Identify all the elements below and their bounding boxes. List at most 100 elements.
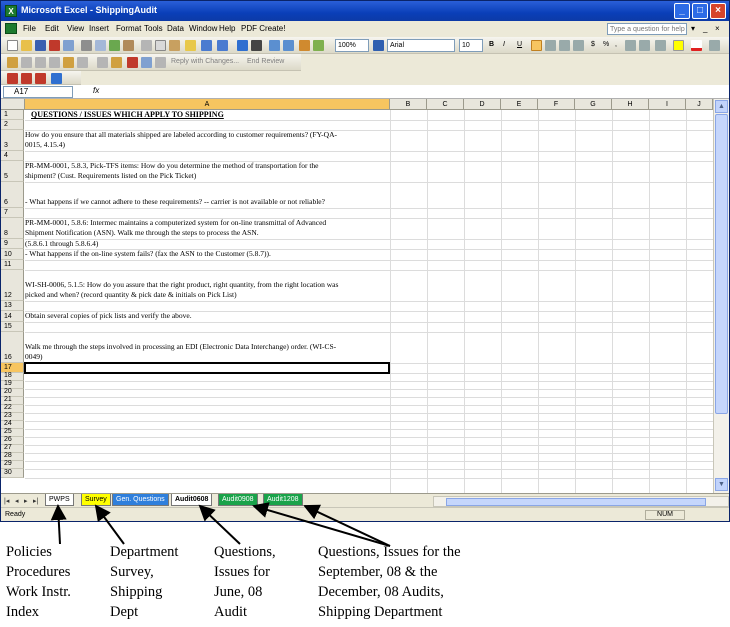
pdf-icon-2[interactable] [21, 73, 32, 84]
sort-ascending-icon[interactable] [269, 40, 280, 51]
first-sheet-button[interactable]: |◂ [4, 497, 9, 505]
row-header[interactable]: 11 [1, 260, 24, 270]
review-icon-8[interactable] [111, 57, 122, 68]
help-dropdown-icon[interactable]: ▾ [691, 24, 695, 33]
save-icon[interactable] [35, 40, 46, 51]
col-header-j[interactable]: J [686, 99, 713, 110]
row-header[interactable]: 6 [1, 182, 24, 208]
sheet-tab-audit0908[interactable]: Audit0908 [218, 494, 258, 506]
horizontal-scroll-thumb[interactable] [446, 498, 706, 506]
increase-decimal-icon[interactable] [625, 40, 636, 51]
row-header[interactable]: 14 [1, 311, 24, 322]
zoom-select[interactable]: 100% [335, 39, 369, 52]
sheet-tab-audit0608[interactable]: Audit0608 [171, 494, 213, 506]
row-header[interactable]: 1 [1, 110, 24, 120]
menu-edit[interactable]: Edit [45, 24, 59, 33]
print-icon[interactable] [81, 40, 92, 51]
menu-insert[interactable]: Insert [89, 24, 109, 33]
name-box[interactable]: A17 [3, 86, 73, 98]
format-painter-icon[interactable] [185, 40, 196, 51]
col-header-h[interactable]: H [612, 99, 649, 110]
row-header[interactable]: 29 [1, 460, 24, 469]
col-header-f[interactable]: F [538, 99, 575, 110]
cell-a5-line1[interactable]: PR-MM-0001, 5.8.3, Pick-TFS items: How d… [25, 161, 389, 171]
decrease-decimal-icon[interactable] [639, 40, 650, 51]
currency-button[interactable]: $ [591, 41, 595, 48]
sheet-tab-gen-questions[interactable]: Gen. Questions [112, 494, 169, 506]
toolbar-options-icon[interactable] [709, 40, 720, 51]
row-header[interactable]: 12 [1, 270, 24, 301]
bold-button[interactable]: B [489, 41, 494, 48]
review-icon-4[interactable] [49, 57, 60, 68]
scroll-up-arrow-icon[interactable]: ▲ [715, 100, 728, 113]
col-header-i[interactable]: I [649, 99, 686, 110]
review-icon-9[interactable] [127, 57, 138, 68]
menu-file[interactable]: File [23, 24, 36, 33]
scroll-down-arrow-icon[interactable]: ▼ [715, 478, 728, 491]
print-preview-icon[interactable] [95, 40, 106, 51]
row-header[interactable]: 3 [1, 130, 24, 151]
open-icon[interactable] [21, 40, 32, 51]
cell-a8-line2[interactable]: Shipment Notification (ASN). Walk me thr… [25, 228, 389, 238]
worksheet-grid[interactable]: A B C D E F G H I J 1 2 3 4 5 6 7 8 9 10… [1, 99, 713, 493]
cell-a12-line2[interactable]: picked and when? (record quantity & pick… [25, 290, 389, 300]
cell-a3-line1[interactable]: How do you ensure that all materials shi… [25, 130, 389, 140]
font-color-icon[interactable] [691, 40, 702, 51]
close-button[interactable]: × [710, 3, 726, 19]
select-all-corner[interactable] [1, 99, 25, 110]
review-icon-10[interactable] [141, 57, 152, 68]
permission-icon[interactable] [49, 40, 60, 51]
menu-view[interactable]: View [67, 24, 84, 33]
sheet-tab-pwps[interactable]: PWPS [45, 494, 74, 506]
row-header[interactable]: 13 [1, 301, 24, 311]
comma-button[interactable]: , [615, 41, 617, 48]
help-icon[interactable] [373, 40, 384, 51]
active-cell-a17[interactable] [24, 362, 390, 374]
cell-a14[interactable]: Obtain several copies of pick lists and … [25, 311, 389, 321]
col-header-b[interactable]: B [390, 99, 427, 110]
maximize-button[interactable]: □ [692, 3, 708, 19]
cell-a12-line1[interactable]: WI-SH-0006, 5.1.5: How do you assure tha… [25, 280, 389, 290]
help-search-input[interactable]: Type a question for help [607, 23, 687, 35]
doc-minimize-button[interactable]: _ [703, 24, 707, 33]
row-header[interactable]: 15 [1, 322, 24, 332]
row-header[interactable]: 10 [1, 249, 24, 260]
row-header[interactable]: 4 [1, 151, 24, 161]
col-header-g[interactable]: G [575, 99, 612, 110]
cut-icon[interactable] [141, 40, 152, 51]
menu-pdf-create[interactable]: PDF Create! [241, 24, 285, 33]
cell-a9[interactable]: (5.8.6.1 through 5.8.6.4) [25, 239, 389, 249]
cell-a8-line1[interactable]: PR-MM-0001, 5.8.6: Intermec maintains a … [25, 218, 389, 228]
spelling-icon[interactable] [109, 40, 120, 51]
indent-icon[interactable] [655, 40, 666, 51]
cell-a1[interactable]: QUESTIONS / ISSUES WHICH APPLY TO SHIPPI… [31, 110, 395, 120]
review-icon-7[interactable] [97, 57, 108, 68]
pdf-icon-4[interactable] [51, 73, 62, 84]
prev-sheet-button[interactable]: ◂ [15, 497, 19, 505]
row-header[interactable]: 8 [1, 218, 24, 239]
cell-a6[interactable]: - What happens if we cannot adhere to th… [25, 197, 389, 207]
undo-icon[interactable] [201, 40, 212, 51]
pdf-icon-3[interactable] [35, 73, 46, 84]
last-sheet-button[interactable]: ▸| [33, 497, 38, 505]
review-icon-5[interactable] [63, 57, 74, 68]
review-icon-2[interactable] [21, 57, 32, 68]
align-left-icon[interactable] [531, 40, 542, 51]
sort-descending-icon[interactable] [283, 40, 294, 51]
font-name-select[interactable]: Arial [387, 39, 455, 52]
minimize-button[interactable]: _ [674, 3, 690, 19]
col-header-d[interactable]: D [464, 99, 501, 110]
email-icon[interactable] [63, 40, 74, 51]
pdf-icon-1[interactable] [7, 73, 18, 84]
underline-button[interactable]: U [517, 41, 522, 48]
italic-button[interactable]: I [503, 41, 505, 48]
menu-data[interactable]: Data [167, 24, 184, 33]
workbook-icon[interactable] [5, 23, 17, 34]
menu-window[interactable]: Window [189, 24, 217, 33]
fill-color-icon[interactable] [673, 40, 684, 51]
percent-button[interactable]: % [603, 41, 609, 48]
redo-icon[interactable] [217, 40, 228, 51]
menu-format[interactable]: Format [116, 24, 141, 33]
autosum-icon[interactable] [251, 40, 262, 51]
cell-a5-line2[interactable]: shipment? (Cust. Requirements listed on … [25, 171, 389, 181]
